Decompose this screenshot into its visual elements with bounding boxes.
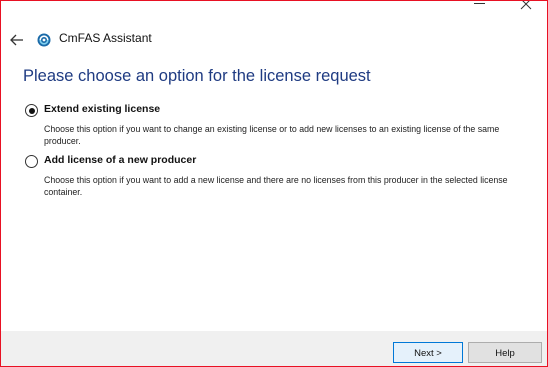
extend-license-description: Choose this option if you want to change… <box>44 124 500 146</box>
codemeter-logo-icon <box>37 33 51 47</box>
help-button[interactable]: Help <box>468 342 542 363</box>
close-button[interactable] <box>504 1 547 19</box>
close-icon <box>520 1 532 10</box>
add-producer-label[interactable]: Add license of a new producer <box>44 154 196 166</box>
minimize-button[interactable] <box>457 1 503 19</box>
app-header: CmFAS Assistant <box>1 25 547 55</box>
add-producer-radio[interactable] <box>25 155 38 168</box>
assistant-window: CmFAS Assistant Please choose an option … <box>0 0 548 367</box>
minimize-icon <box>474 3 485 4</box>
app-title: CmFAS Assistant <box>59 31 152 45</box>
extend-license-radio[interactable] <box>25 104 38 117</box>
arrow-left-icon[interactable] <box>9 32 25 48</box>
extend-license-label[interactable]: Extend existing license <box>44 103 160 115</box>
button-footer: Next > Help <box>1 331 547 366</box>
add-producer-description: Choose this option if you want to add a … <box>44 175 508 197</box>
page-title: Please choose an option for the license … <box>23 67 371 85</box>
next-button[interactable]: Next > <box>393 342 463 363</box>
